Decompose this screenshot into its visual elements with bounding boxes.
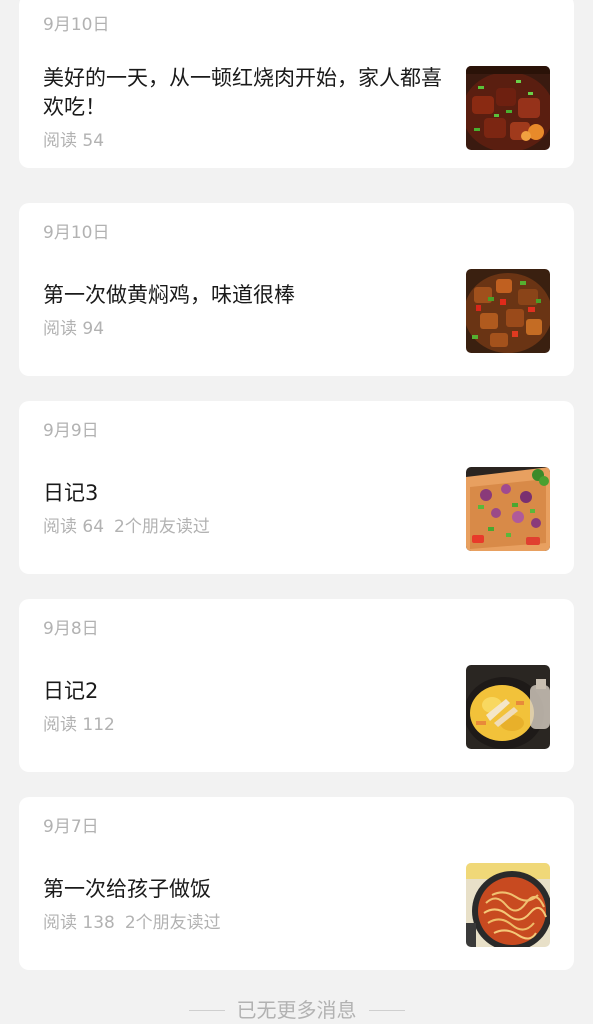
- read-count: 阅读 94: [43, 319, 105, 339]
- footer-divider-right: [368, 1009, 405, 1011]
- read-count: 阅读 64: [43, 517, 105, 537]
- braised-chicken-photo: [466, 269, 550, 353]
- article-card-1[interactable]: 9月10日 美好的一天，从一顿红烧肉开始，家人都喜欢吃！ 阅读 54: [19, 0, 574, 168]
- omelette-pan-thumbnail[interactable]: [466, 665, 550, 749]
- article-meta: 阅读 54: [43, 129, 104, 153]
- article-meta: 阅读 64 2个朋友读过: [43, 515, 210, 539]
- article-title[interactable]: 美好的一天，从一顿红烧肉开始，家人都喜欢吃！: [43, 64, 451, 122]
- article-date: 9月10日: [43, 15, 110, 35]
- friends-read-count: 2个朋友读过: [114, 517, 210, 537]
- flatbread-thumbnail[interactable]: [466, 467, 550, 551]
- omelette-pan-photo: [466, 665, 550, 749]
- article-date: 9月9日: [43, 421, 99, 441]
- article-title[interactable]: 第一次给孩子做饭: [43, 875, 451, 904]
- braised-pork-photo: [466, 66, 550, 150]
- footer-divider-left: [188, 1009, 225, 1011]
- article-card-2[interactable]: 9月10日 第一次做黄焖鸡，味道很棒 阅读 94: [19, 203, 574, 376]
- flatbread-photo: [466, 467, 550, 551]
- article-title[interactable]: 日记2: [43, 677, 451, 706]
- no-more-messages-text: 已无更多消息: [236, 998, 357, 1022]
- noodle-pot-photo: [466, 863, 550, 947]
- article-date: 9月7日: [43, 817, 99, 837]
- read-count: 阅读 112: [43, 715, 115, 735]
- article-card-4[interactable]: 9月8日 日记2 阅读 112: [19, 599, 574, 772]
- braised-pork-thumbnail[interactable]: [466, 66, 550, 150]
- read-count: 阅读 54: [43, 131, 105, 151]
- noodle-pot-thumbnail[interactable]: [466, 863, 550, 947]
- article-date: 9月8日: [43, 619, 99, 639]
- braised-chicken-thumbnail[interactable]: [466, 269, 550, 353]
- friends-read-count: 2个朋友读过: [124, 913, 221, 933]
- article-title[interactable]: 第一次做黄焖鸡，味道很棒: [43, 281, 451, 310]
- article-meta: 阅读 94: [43, 317, 104, 341]
- article-card-5[interactable]: 9月7日 第一次给孩子做饭 阅读 138 2个朋友读过: [19, 797, 574, 970]
- article-card-3[interactable]: 9月9日 日记3 阅读 64 2个朋友读过: [19, 401, 574, 574]
- article-meta: 阅读 138 2个朋友读过: [43, 911, 221, 935]
- article-meta: 阅读 112: [43, 713, 115, 737]
- end-of-list-footer: 已无更多消息: [0, 996, 593, 1024]
- article-date: 9月10日: [43, 223, 110, 243]
- article-title[interactable]: 日记3: [43, 479, 451, 508]
- read-count: 阅读 138: [43, 913, 115, 933]
